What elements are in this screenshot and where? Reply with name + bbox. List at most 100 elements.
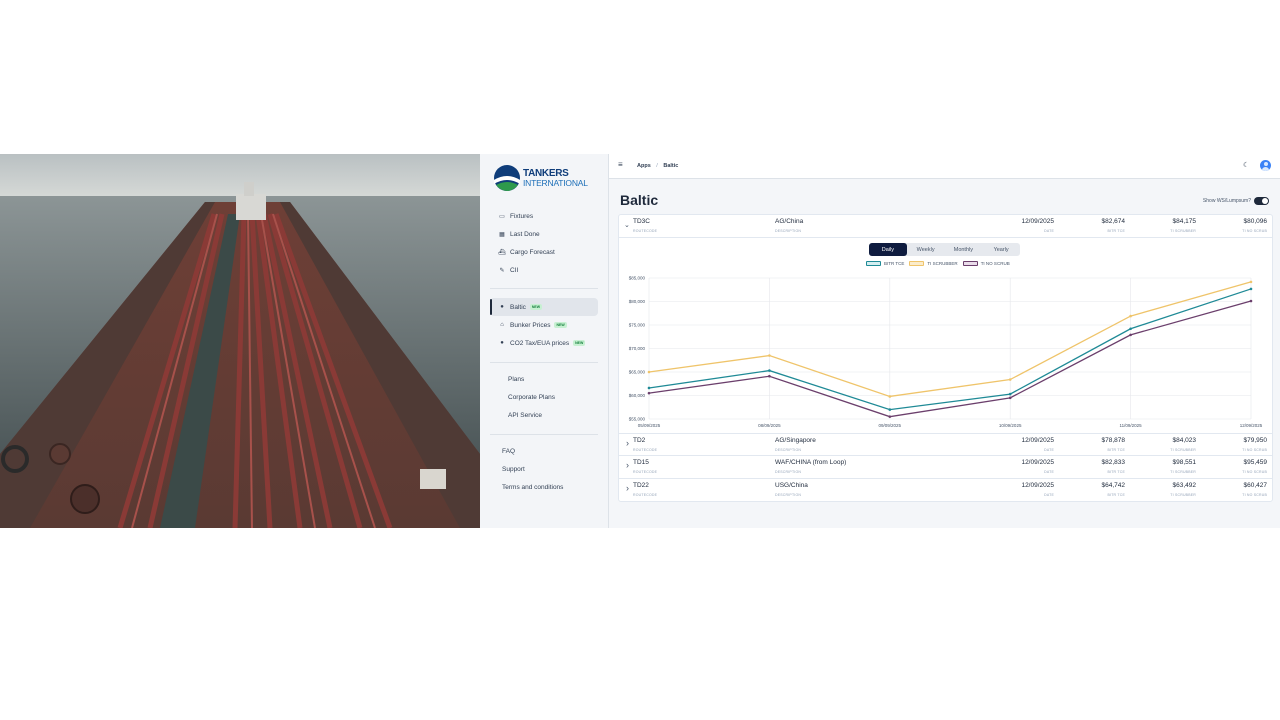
chevron-down-icon[interactable]: ⌄ bbox=[624, 221, 630, 229]
dark-mode-icon[interactable]: ☾ bbox=[1243, 161, 1249, 169]
ti-scrubber-value: $84,023 bbox=[1172, 437, 1197, 444]
data-point[interactable] bbox=[647, 386, 651, 390]
table-row-td15[interactable]: › TD15 ROUTECODE WAF/CHINA (from Loop) DESCR… bbox=[619, 456, 1272, 478]
sidebar-item-label: Terms and conditions bbox=[502, 483, 564, 491]
data-point[interactable] bbox=[888, 408, 892, 411]
ti-no-scrub-value: $60,427 bbox=[1243, 482, 1268, 489]
route-description: WAF/CHINA (from Loop) bbox=[775, 459, 847, 466]
toggle-switch[interactable] bbox=[1254, 197, 1269, 205]
chart-legend: BITR TCE TI SCRUBBER TI NO SCRUB bbox=[866, 261, 1015, 266]
route-code-header: ROUTECODE bbox=[633, 470, 658, 474]
new-badge: NEW bbox=[529, 304, 543, 310]
toggle-label: Show WS/Lumpsum? bbox=[1202, 198, 1251, 204]
page-title: Baltic bbox=[620, 192, 659, 208]
main-content: Baltic Show WS/Lumpsum? ⌄ TD3C ROUTECODE… bbox=[609, 179, 1280, 528]
data-point[interactable] bbox=[1129, 327, 1132, 331]
chevron-right-icon[interactable]: › bbox=[626, 460, 629, 470]
data-point[interactable] bbox=[1008, 396, 1012, 400]
tab-monthly[interactable]: Monthly bbox=[945, 243, 983, 256]
sidebar-item-last-done[interactable]: ▦ Last Done bbox=[490, 225, 598, 243]
data-point[interactable] bbox=[1008, 378, 1012, 381]
sidebar-item-cargo-forecast[interactable]: ⛴ Cargo Forecast bbox=[490, 243, 598, 261]
sidebar-item-api-service[interactable]: API Service bbox=[490, 406, 598, 424]
sidebar-item-fixtures[interactable]: ▭ Fixtures bbox=[490, 207, 598, 225]
sidebar-item-faq[interactable]: FAQ bbox=[490, 442, 598, 460]
sidebar-item-bunker-prices[interactable]: ⌂ Bunker Prices NEW bbox=[490, 316, 598, 334]
description-header: DESCRIPTION bbox=[775, 448, 802, 452]
legend-label: TI SCRUBBER bbox=[927, 261, 958, 266]
sidebar-item-label: CII bbox=[510, 266, 519, 274]
table-icon: ▭ bbox=[499, 213, 505, 220]
sidebar-item-support[interactable]: Support bbox=[490, 460, 598, 478]
ws-lumpsum-toggle[interactable]: Show WS/Lumpsum? bbox=[1203, 197, 1269, 205]
chevron-right-icon[interactable]: › bbox=[626, 483, 629, 493]
sidebar-item-baltic[interactable]: ● Baltic NEW bbox=[490, 298, 598, 316]
sidebar-item-label: Last Done bbox=[510, 230, 540, 238]
date-header: DATE bbox=[1044, 229, 1054, 233]
data-point[interactable] bbox=[888, 415, 892, 418]
data-point[interactable] bbox=[1249, 287, 1253, 291]
ti-no-scrub-value: $80,096 bbox=[1243, 218, 1268, 225]
bitr-tce-value: $64,742 bbox=[1101, 482, 1126, 489]
legend-item[interactable]: TI NO SCRUB bbox=[962, 261, 1010, 266]
data-point[interactable] bbox=[888, 395, 892, 398]
description-header: DESCRIPTION bbox=[775, 493, 802, 497]
table-row-td3c[interactable]: ⌄ TD3C ROUTECODE AG/China DESCRIPTION 12… bbox=[619, 215, 1272, 237]
bitr-tce-header: BITR TCE bbox=[1107, 448, 1125, 452]
x-tick-label: 11/09/2025 bbox=[1119, 423, 1142, 428]
data-point[interactable] bbox=[647, 391, 651, 395]
series-line-ti-scrubber[interactable] bbox=[648, 281, 1252, 398]
route-code-header: ROUTECODE bbox=[633, 448, 658, 452]
legend-item[interactable]: TI SCRUBBER bbox=[909, 261, 958, 266]
tab-daily[interactable]: Daily bbox=[869, 243, 907, 256]
bitr-tce-value: $82,833 bbox=[1101, 459, 1126, 466]
brand-logo[interactable]: TANKERS INTERNATIONAL bbox=[493, 164, 603, 192]
route-code: TD22 bbox=[633, 482, 649, 489]
legend-swatch bbox=[866, 261, 881, 266]
data-point[interactable] bbox=[1008, 392, 1012, 396]
y-tick-label: $55,000 bbox=[629, 417, 646, 422]
data-point[interactable] bbox=[1129, 333, 1132, 337]
breadcrumb-apps[interactable]: Apps bbox=[637, 163, 651, 169]
y-tick-label: $60,000 bbox=[629, 393, 646, 398]
route-date: 12/09/2025 bbox=[1021, 218, 1054, 225]
ti-scrubber-value: $98,551 bbox=[1172, 459, 1197, 466]
route-date: 12/09/2025 bbox=[1021, 459, 1054, 466]
data-point[interactable] bbox=[768, 369, 771, 372]
data-point[interactable] bbox=[1249, 280, 1253, 284]
data-point[interactable] bbox=[1129, 314, 1132, 318]
sidebar-item-terms[interactable]: Terms and conditions bbox=[490, 478, 598, 496]
ti-scrubber-header: TI SCRUBBER bbox=[1170, 470, 1196, 474]
tab-yearly[interactable]: Yearly bbox=[982, 243, 1020, 256]
user-avatar-icon[interactable] bbox=[1260, 160, 1271, 171]
sidebar-item-co2-tax[interactable]: ● CO2 Tax/EUA prices NEW bbox=[490, 334, 598, 352]
data-point[interactable] bbox=[768, 374, 771, 378]
sidebar-item-corporate-plans[interactable]: Corporate Plans bbox=[490, 388, 598, 406]
sidebar-item-cii[interactable]: ✎ CII bbox=[490, 261, 598, 279]
description-header: DESCRIPTION bbox=[775, 229, 802, 233]
ti-no-scrub-value: $79,950 bbox=[1243, 437, 1268, 444]
table-row-td2[interactable]: › TD2 ROUTECODE AG/Singapore DESCRIPTION 12/0… bbox=[619, 434, 1272, 456]
legend-item[interactable]: BITR TCE bbox=[866, 261, 904, 266]
data-point[interactable] bbox=[647, 370, 651, 374]
table-row-td22[interactable]: › TD22 ROUTECODE USG/China DESCRIPTION 12/09/… bbox=[619, 479, 1272, 501]
y-tick-label: $65,000 bbox=[629, 370, 646, 375]
hero-photo-tanker bbox=[0, 154, 480, 528]
bitr-tce-header: BITR TCE bbox=[1107, 493, 1125, 497]
sidebar-item-label: Cargo Forecast bbox=[510, 248, 555, 256]
sidebar-item-plans[interactable]: Plans bbox=[490, 370, 598, 388]
legend-swatch bbox=[909, 261, 925, 266]
new-badge: NEW bbox=[554, 322, 567, 328]
leaf-icon: ✎ bbox=[499, 267, 505, 274]
tab-weekly[interactable]: Weekly bbox=[907, 243, 945, 256]
ti-scrubber-header: TI SCRUBBER bbox=[1170, 493, 1196, 497]
sidebar-divider bbox=[490, 362, 598, 363]
ti-scrubber-header: TI SCRUBBER bbox=[1170, 448, 1196, 452]
ti-no-scrub-value: $95,459 bbox=[1243, 459, 1268, 466]
sidebar-item-label: CO2 Tax/EUA prices bbox=[510, 339, 570, 347]
menu-icon[interactable]: ≡ bbox=[618, 160, 623, 169]
ti-no-scrub-header: TI NO SCRUB bbox=[1242, 448, 1267, 452]
data-point[interactable] bbox=[1249, 299, 1253, 303]
chevron-right-icon[interactable]: › bbox=[626, 438, 629, 448]
data-point[interactable] bbox=[768, 354, 771, 357]
